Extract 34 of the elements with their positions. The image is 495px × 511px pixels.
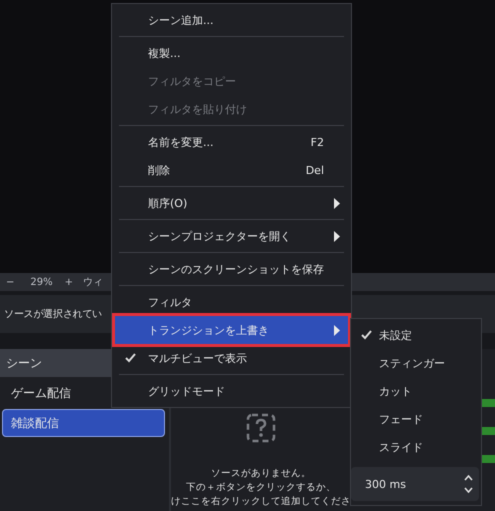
zoom-level: 29% (30, 276, 53, 288)
question-icon (246, 413, 276, 443)
scene-item[interactable]: 雑談配信 (2, 409, 166, 437)
empty-sources-text: けここを右クリックして追加してくださ (171, 495, 352, 509)
menu-item[interactable]: フィルタ (115, 288, 348, 316)
no-source-selected-text: ソースが選択されてい (4, 308, 102, 321)
volume-meter (481, 455, 495, 463)
menu-item[interactable]: シーンのスクリーンショットを保存 (115, 255, 348, 283)
submenu-arrow-icon (334, 230, 340, 242)
toolbar-label: ウィ (83, 276, 104, 289)
menu-item[interactable]: グリッドモード (115, 377, 348, 405)
submenu-arrow-icon (334, 324, 340, 336)
submenu-item[interactable]: スティンガー (351, 349, 481, 377)
zoom-out-button[interactable]: − (6, 276, 14, 288)
submenu-item[interactable]: スライド (351, 433, 481, 461)
submenu-item[interactable]: フェード (351, 405, 481, 433)
zoom-in-button[interactable]: + (64, 276, 74, 288)
volume-meter (481, 399, 495, 407)
menu-item[interactable]: 削除 Del (115, 156, 348, 184)
down-caret-icon[interactable] (464, 487, 473, 493)
empty-sources-text: ソースがありません。 (211, 467, 312, 481)
submenu-arrow-icon (334, 198, 340, 208)
empty-sources-text: 下の＋ボタンをクリックするか、 (186, 481, 336, 495)
submenu-item[interactable]: カット (351, 377, 481, 405)
menu-item[interactable]: 順序(O) (115, 189, 348, 217)
menu-item[interactable]: シーン追加... (115, 6, 348, 34)
duration-field[interactable]: 300 ms (351, 467, 479, 501)
menu-item[interactable]: 名前を変更... F2 (115, 128, 348, 156)
volume-meter (481, 427, 495, 435)
up-caret-icon[interactable] (464, 475, 473, 481)
menu-item[interactable]: シーンプロジェクターを開く (115, 222, 348, 250)
menu-item[interactable]: トランジションを上書き (115, 316, 348, 344)
submenu-item[interactable]: 未設定 (351, 321, 481, 349)
menu-item[interactable]: 複製... (115, 39, 348, 67)
